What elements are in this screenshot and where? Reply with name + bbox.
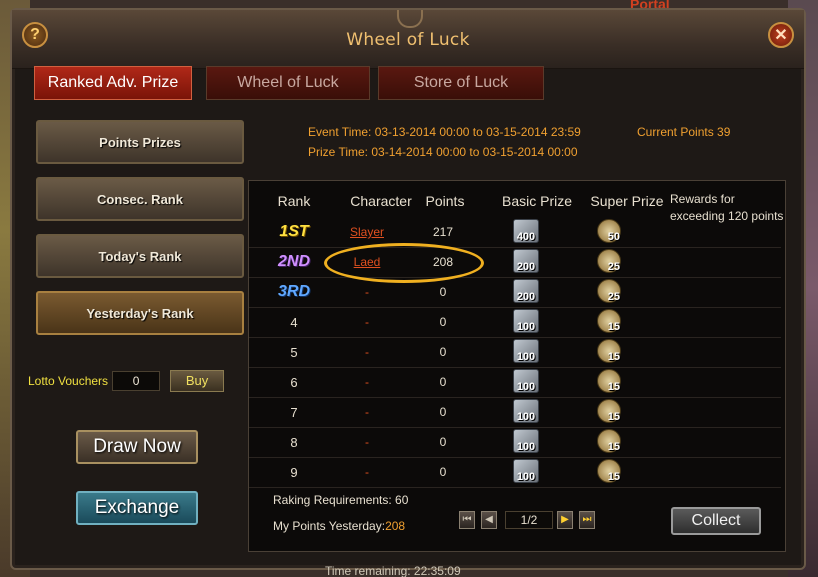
- character-cell: -: [365, 465, 369, 479]
- last-page-icon[interactable]: ⏭: [579, 511, 595, 529]
- header-character: Character: [350, 193, 412, 209]
- background-time-remaining: Time remaining: 22:35:09: [325, 566, 461, 577]
- header-super-prize: Super Prize: [590, 193, 664, 209]
- table-row: 4 - 0 100 15: [249, 307, 781, 338]
- super-prize-icon[interactable]: 15: [597, 309, 621, 333]
- draw-now-button[interactable]: Draw Now: [76, 430, 198, 464]
- basic-prize-icon[interactable]: 100: [513, 459, 539, 483]
- sidebar-item-yesterdays-rank[interactable]: Yesterday's Rank: [36, 291, 244, 335]
- rank-cell: 8: [290, 434, 298, 450]
- character-cell: -: [365, 345, 369, 359]
- points-cell: 0: [439, 405, 447, 419]
- table-row: 6 - 0 100 15: [249, 367, 781, 398]
- my-points-value: 208: [385, 519, 406, 533]
- super-prize-icon[interactable]: 15: [597, 399, 621, 423]
- super-prize-icon[interactable]: 50: [597, 219, 621, 243]
- table-row: 8 - 0 100 15: [249, 427, 781, 458]
- table-row: 5 - 0 100 15: [249, 337, 781, 368]
- exchange-button[interactable]: Exchange: [76, 491, 198, 525]
- basic-prize-icon[interactable]: 400: [513, 219, 539, 243]
- points-cell: 217: [432, 225, 454, 239]
- ranking-panel: Rank Character Points Basic Prize Super …: [248, 180, 786, 552]
- basic-prize-icon[interactable]: 100: [513, 339, 539, 363]
- rank-cell: 1ST: [279, 223, 309, 240]
- basic-prize-icon[interactable]: 100: [513, 369, 539, 393]
- buy-button[interactable]: Buy: [170, 370, 225, 392]
- rank-cell: 2ND: [277, 253, 310, 270]
- super-prize-icon[interactable]: 25: [597, 279, 621, 303]
- lotto-vouchers-row: Lotto Vouchers 0 Buy: [28, 370, 225, 392]
- table-row: 3RD -0 200 25: [249, 277, 781, 308]
- wheel-of-luck-window: Wheel of Luck ? ✕ Ranked Adv. Prize Whee…: [10, 8, 806, 570]
- points-cell: 0: [439, 375, 447, 389]
- ranking-requirements: Raking Requirements: 60: [273, 493, 409, 507]
- sidebar-item-consec-rank[interactable]: Consec. Rank: [36, 177, 244, 221]
- rank-cell: 6: [290, 374, 298, 390]
- header-basic-prize: Basic Prize: [501, 193, 573, 209]
- next-page-icon[interactable]: ▶: [557, 511, 573, 529]
- page-indicator: 1/2: [505, 511, 553, 529]
- rank-cell: 3RD: [277, 283, 310, 300]
- super-prize-icon[interactable]: 15: [597, 369, 621, 393]
- basic-prize-icon[interactable]: 200: [513, 279, 539, 303]
- character-cell: -: [365, 315, 369, 329]
- header-points: Points: [425, 193, 465, 209]
- highlight-ellipse: [324, 243, 484, 283]
- header-rank: Rank: [277, 193, 311, 209]
- points-cell: 0: [439, 315, 447, 329]
- table-row: 1ST Slayer 217 400 50: [249, 217, 781, 248]
- super-prize-icon[interactable]: 25: [597, 249, 621, 273]
- prize-time: Prize Time: 03-14-2014 00:00 to 03-15-20…: [308, 145, 578, 159]
- window-title: Wheel of Luck: [346, 30, 470, 50]
- basic-prize-icon[interactable]: 100: [513, 309, 539, 333]
- basic-prize-icon[interactable]: 200: [513, 249, 539, 273]
- title-bar: Wheel of Luck ? ✕: [12, 10, 804, 69]
- sidebar-item-points-prizes[interactable]: Points Prizes: [36, 120, 244, 164]
- points-cell: 0: [439, 435, 447, 449]
- rank-cell: 9: [290, 464, 298, 480]
- title-ornament: [397, 10, 423, 28]
- prev-page-icon[interactable]: ◀: [481, 511, 497, 529]
- super-prize-icon[interactable]: 15: [597, 429, 621, 453]
- basic-prize-icon[interactable]: 100: [513, 429, 539, 453]
- tab-store-of-luck[interactable]: Store of Luck: [378, 66, 544, 100]
- rank-cell: 4: [290, 314, 298, 330]
- close-button[interactable]: ✕: [768, 22, 794, 48]
- character-cell: -: [365, 405, 369, 419]
- table-row: 7 - 0 100 15: [249, 397, 781, 428]
- first-page-icon[interactable]: ⏮: [459, 511, 475, 529]
- tab-ranked-adv-prize[interactable]: Ranked Adv. Prize: [34, 66, 192, 100]
- my-points-label: My Points Yesterday:: [273, 519, 386, 533]
- my-points-yesterday: My Points Yesterday:208: [273, 519, 405, 533]
- table-row: 9 - 0 100 15: [249, 457, 781, 488]
- character-cell: -: [365, 375, 369, 389]
- points-cell: 0: [439, 345, 447, 359]
- character-cell: -: [365, 435, 369, 449]
- current-points: Current Points 39: [637, 125, 731, 139]
- points-cell: 0: [439, 465, 447, 479]
- basic-prize-icon[interactable]: 100: [513, 399, 539, 423]
- collect-button[interactable]: Collect: [671, 507, 761, 535]
- lotto-vouchers-count: 0: [112, 371, 161, 391]
- event-time: Event Time: 03-13-2014 00:00 to 03-15-20…: [308, 125, 581, 139]
- super-prize-icon[interactable]: 15: [597, 339, 621, 363]
- super-prize-icon[interactable]: 15: [597, 459, 621, 483]
- help-button[interactable]: ?: [22, 22, 48, 48]
- tab-wheel-of-luck[interactable]: Wheel of Luck: [206, 66, 370, 100]
- rank-cell: 5: [290, 344, 298, 360]
- lotto-vouchers-label: Lotto Vouchers: [28, 374, 109, 388]
- sidebar-item-todays-rank[interactable]: Today's Rank: [36, 234, 244, 278]
- rank-cell: 7: [290, 404, 298, 420]
